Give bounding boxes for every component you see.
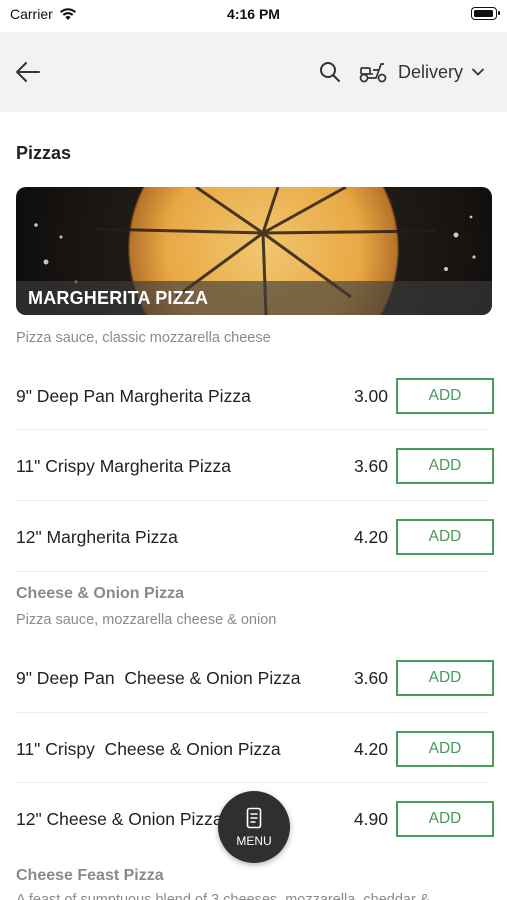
divider xyxy=(16,500,488,501)
menu-item-price: 4.90 xyxy=(353,809,388,829)
delivery-mode-selector[interactable]: Delivery xyxy=(398,60,485,84)
scooter-icon xyxy=(358,60,388,84)
header-bar: Delivery xyxy=(0,32,507,112)
menu-item-row[interactable]: 9" Deep Pan Cheese & Onion Pizza 3.60 AD… xyxy=(16,643,494,713)
group-description: A feast of sumptuous blend of 3 cheeses,… xyxy=(16,892,430,900)
banner-title: MARGHERITA PIZZA xyxy=(28,288,209,308)
divider xyxy=(16,429,488,430)
menu-fab-label: MENU xyxy=(236,834,272,848)
chevron-down-icon xyxy=(472,68,484,76)
category-banner[interactable]: MARGHERITA PIZZA xyxy=(16,187,492,315)
banner-caption: MARGHERITA PIZZA xyxy=(16,281,492,315)
delivery-label: Delivery xyxy=(398,61,464,82)
menu-item-name: 9" Deep Pan Margherita Pizza xyxy=(16,386,251,406)
search-button[interactable] xyxy=(318,60,342,84)
group-description: Pizza sauce, classic mozzarella cheese xyxy=(16,330,271,346)
menu-item-row[interactable]: 11" Crispy Cheese & Onion Pizza 4.20 ADD xyxy=(16,714,494,784)
group-title: Cheese Feast Pizza xyxy=(16,867,164,884)
menu-item-price: 3.00 xyxy=(353,386,388,406)
divider xyxy=(16,712,488,713)
menu-item-name: 11" Crispy Margherita Pizza xyxy=(16,456,231,476)
menu-item-price: 3.60 xyxy=(353,668,388,688)
add-button[interactable]: ADD xyxy=(396,378,494,414)
menu-item-name: 12" Cheese & Onion Pizza xyxy=(16,809,223,829)
divider xyxy=(16,571,488,572)
menu-item-row[interactable]: 9" Deep Pan Margherita Pizza 3.00 ADD xyxy=(16,361,494,431)
menu-item-row[interactable]: 11" Crispy Margherita Pizza 3.60 ADD xyxy=(16,431,494,501)
add-button[interactable]: ADD xyxy=(396,519,494,555)
back-button[interactable] xyxy=(12,56,44,88)
group-title: Cheese & Onion Pizza xyxy=(16,585,185,602)
category-title: Pizzas xyxy=(16,143,72,163)
menu-item-name: 12" Margherita Pizza xyxy=(16,527,178,547)
menu-item-price: 4.20 xyxy=(353,527,388,547)
menu-item-price: 4.20 xyxy=(353,739,388,759)
battery-icon xyxy=(471,7,500,20)
add-button[interactable]: ADD xyxy=(396,448,494,484)
menu-item-name: 9" Deep Pan Cheese & Onion Pizza xyxy=(16,668,301,688)
arrow-left-icon xyxy=(16,62,40,82)
add-button[interactable]: ADD xyxy=(396,660,494,696)
status-bar: Carrier 4:16 PM xyxy=(0,0,507,32)
menu-item-name: 11" Crispy Cheese & Onion Pizza xyxy=(16,739,281,759)
status-time: 4:16 PM xyxy=(227,6,280,22)
menu-fab-button[interactable]: MENU xyxy=(218,791,290,863)
search-icon xyxy=(320,62,340,82)
divider xyxy=(16,782,488,783)
add-button[interactable]: ADD xyxy=(396,731,494,767)
menu-document-icon xyxy=(246,807,262,829)
group-description: Pizza sauce, mozzarella cheese & onion xyxy=(16,612,277,628)
menu-item-price: 3.60 xyxy=(353,456,388,476)
menu-item-row[interactable]: 12" Margherita Pizza 4.20 ADD xyxy=(16,502,494,572)
add-button[interactable]: ADD xyxy=(396,801,494,837)
